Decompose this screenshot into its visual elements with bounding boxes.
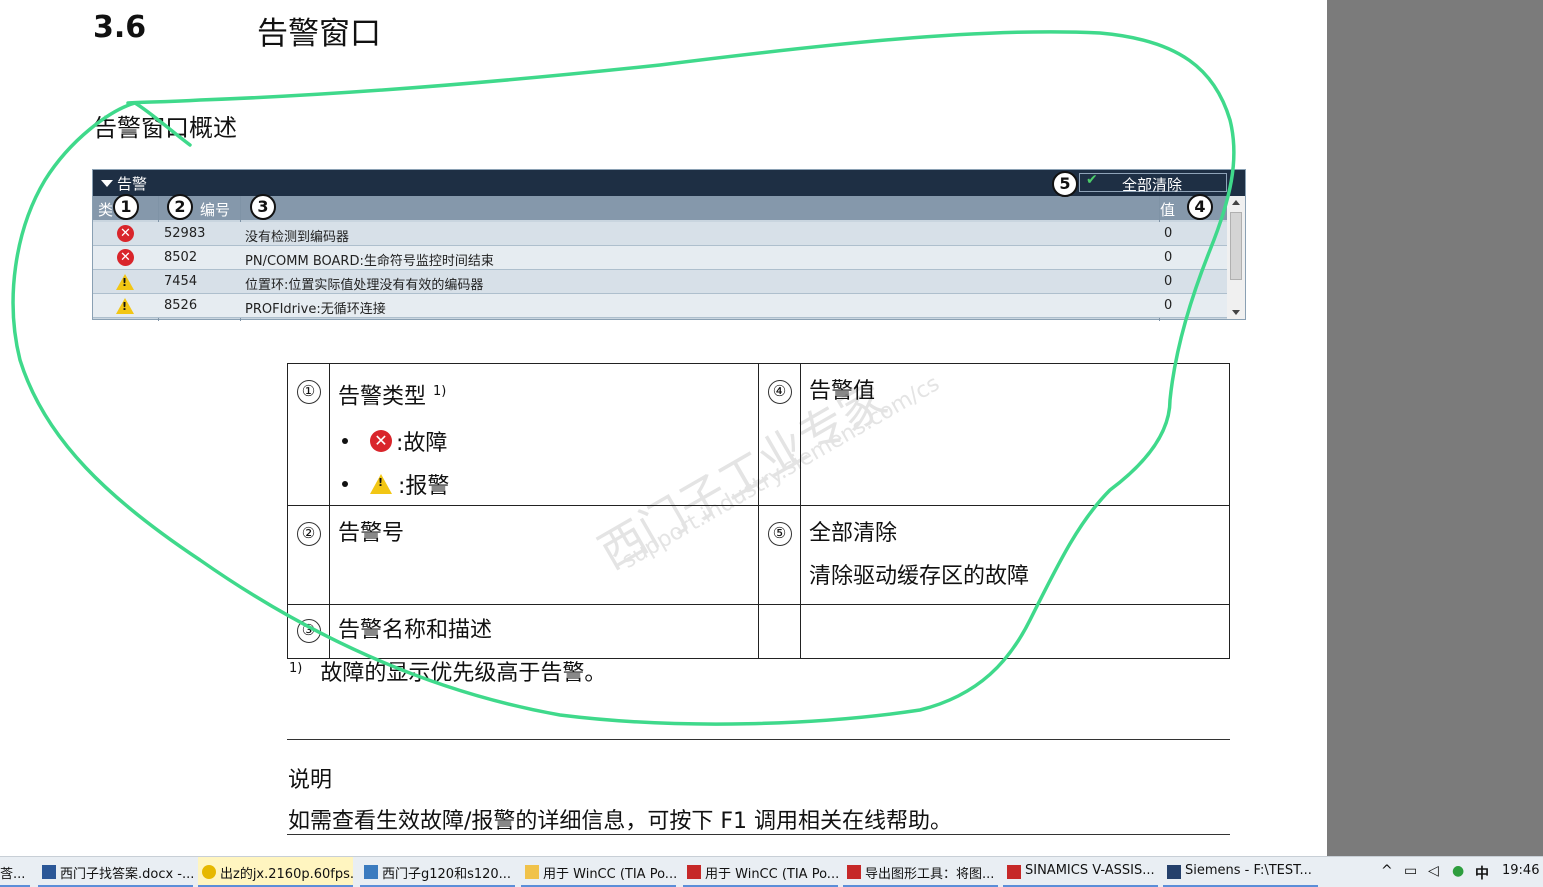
siemens-icon: [1167, 865, 1181, 879]
legend-cell-number: 告警号: [329, 505, 759, 605]
fault-icon: ✕: [117, 249, 134, 266]
viewer-background: [1327, 0, 1543, 856]
alarm-panel: 告警 ✔ 全部清除 类 编号 值 ✕ 52983 没有检测到编码器 0 ✕ 85…: [92, 169, 1246, 321]
column-value[interactable]: 值: [1160, 199, 1175, 220]
legend-cell-empty: [800, 604, 1230, 659]
doc-icon: [364, 865, 378, 879]
footnote: 1) 故障的显示优先级高于告警。: [289, 655, 606, 687]
taskbar-item-word[interactable]: 西门子找答案.docx -...: [38, 857, 193, 887]
pdf-icon: [847, 865, 861, 879]
footnote-text: 故障的显示优先级高于告警。: [320, 661, 607, 686]
callout-2: 2: [167, 194, 193, 220]
fault-icon: ✕: [370, 429, 392, 452]
alarm-scrollbar[interactable]: [1227, 196, 1245, 319]
callout-4: 4: [1187, 194, 1213, 220]
alarm-description: 没有检测到编码器: [245, 230, 350, 245]
taskbar-item[interactable]: 莟...: [0, 857, 30, 887]
legend-table: ① 告警类型 1) ✕:故障 :报警 ④ 告警值 ② 告警号 ⑤ 全部清除 清除…: [287, 363, 1230, 659]
folder-icon: [525, 865, 539, 879]
alarm-value: 0: [1164, 274, 1173, 289]
alarm-value: 0: [1164, 250, 1173, 265]
status-icon[interactable]: ●: [1452, 863, 1464, 879]
alarm-panel-title: 告警: [117, 175, 148, 193]
column-number[interactable]: 编号: [200, 199, 230, 220]
legend-detail: 清除驱动缓存区的故障: [809, 564, 1030, 589]
legend-num-cell: ④: [758, 363, 801, 506]
alarm-value: 0: [1164, 226, 1173, 241]
alarm-number: 52983: [164, 226, 206, 241]
alarm-description: PN/COMM BOARD:生命符号监控时间结束: [245, 254, 494, 269]
scroll-thumb[interactable]: [1230, 212, 1242, 280]
alarm-row[interactable]: ✕ 52983 没有检测到编码器 0: [93, 222, 1227, 246]
warning-icon: [370, 473, 392, 494]
taskbar-item-siemens[interactable]: Siemens - F:\TEST...: [1163, 857, 1318, 887]
warning-icon: [116, 274, 134, 294]
scroll-up-icon[interactable]: [1232, 200, 1240, 205]
section-title: 告警窗口: [257, 16, 381, 52]
footnote-mark: 1): [289, 661, 303, 676]
legend-title: 告警号: [338, 521, 405, 546]
legend-cell-type: 告警类型 1) ✕:故障 :报警: [329, 363, 759, 506]
taskbar: 莟... 西门子找答案.docx -... 出z的jx.2160p.60fps.…: [0, 856, 1543, 887]
callout-1: 1: [113, 194, 139, 220]
warning-icon: [116, 298, 134, 318]
clear-all-button[interactable]: ✔ 全部清除: [1079, 172, 1227, 194]
alarm-row[interactable]: 7454 位置环:位置实际值处理没有有效的编码器 0: [93, 270, 1227, 294]
checkmark-icon: ✔: [1086, 172, 1098, 188]
alarm-row[interactable]: 8526 PROFIdrive:无循环连接 0: [93, 294, 1227, 318]
taskbar-item-pdf[interactable]: 导出图形工具：将图...: [843, 857, 998, 887]
alarm-description: PROFIdrive:无循环连接: [245, 302, 386, 317]
section-number: 3.6: [93, 10, 147, 45]
taskbar-item-folder[interactable]: 用于 WinCC (TIA Po...: [521, 857, 676, 887]
alarm-number: 7454: [164, 274, 198, 289]
alarm-row[interactable]: ✕ 8502 PN/COMM BOARD:生命符号监控时间结束 0: [93, 246, 1227, 270]
scroll-down-icon[interactable]: [1232, 310, 1240, 315]
alarm-description: 位置环:位置实际值处理没有有效的编码器: [245, 278, 484, 293]
pdf-icon: [1007, 865, 1021, 879]
legend-title: 告警类型: [338, 384, 427, 410]
ime-indicator[interactable]: 中: [1475, 863, 1489, 883]
column-type[interactable]: 类: [98, 199, 113, 220]
clock[interactable]: 19:46: [1502, 863, 1539, 878]
taskbar-item-pdf[interactable]: SINAMICS V-ASSIS...: [1003, 857, 1158, 887]
legend-bullet-warning: :报警: [338, 462, 750, 505]
legend-num-cell: ①: [287, 363, 330, 506]
chevron-up-icon[interactable]: ^: [1381, 863, 1393, 879]
pdf-icon: [687, 865, 701, 879]
legend-num-cell: [758, 604, 801, 659]
clear-all-label: 全部清除: [1122, 176, 1183, 194]
callout-3: 3: [250, 194, 276, 220]
taskbar-item-doc[interactable]: 西门子g120和s120...: [360, 857, 515, 887]
legend-num-cell: ③: [287, 604, 330, 659]
alarm-value: 0: [1164, 298, 1173, 313]
legend-title: 全部清除: [809, 521, 898, 546]
taskbar-item-pdf[interactable]: 用于 WinCC (TIA Po...: [683, 857, 838, 887]
callout-5: 5: [1052, 171, 1078, 197]
legend-title: 告警值: [809, 379, 876, 404]
taskbar-item-video[interactable]: 出z的jx.2160p.60fps...: [198, 857, 353, 887]
divider: [287, 739, 1230, 740]
legend-cell-value: 告警值: [800, 363, 1230, 506]
network-icon[interactable]: ▭: [1404, 863, 1417, 879]
divider: [287, 834, 1230, 835]
fault-icon: ✕: [117, 225, 134, 242]
legend-num-cell: ⑤: [758, 505, 801, 605]
word-icon: [42, 865, 56, 879]
legend-cell-description: 告警名称和描述: [329, 604, 759, 659]
video-icon: [202, 865, 216, 879]
note-text: 如需查看生效故障/报警的详细信息，可按下 F1 调用相关在线帮助。: [288, 809, 953, 834]
note-heading: 说明: [288, 768, 333, 793]
volume-icon[interactable]: ◁: [1428, 863, 1439, 879]
footnote-ref: 1): [433, 384, 447, 399]
subheading: 告警窗口概述: [93, 114, 237, 142]
legend-num-cell: ②: [287, 505, 330, 605]
alarm-number: 8502: [164, 250, 198, 265]
collapse-triangle-icon[interactable]: [101, 180, 113, 187]
alarm-number: 8526: [164, 298, 198, 313]
document-page: 3.6 告警窗口 告警窗口概述 西门子工业专家 support.industry…: [0, 0, 1327, 856]
legend-bullet-fault: ✕:故障: [338, 419, 750, 462]
legend-title: 告警名称和描述: [338, 618, 493, 643]
legend-cell-clear: 全部清除 清除驱动缓存区的故障: [800, 505, 1230, 605]
